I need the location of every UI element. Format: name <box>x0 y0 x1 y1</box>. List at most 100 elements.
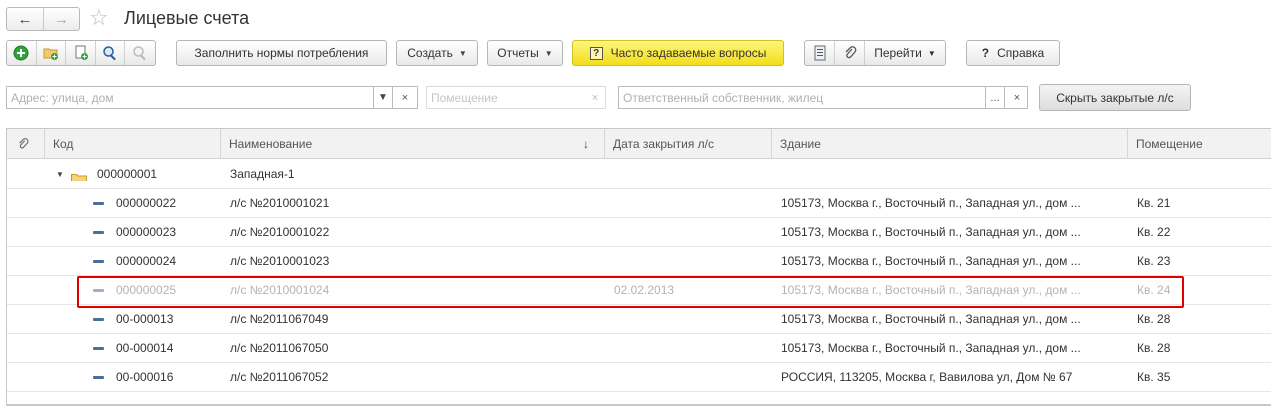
group-row[interactable]: ▼ 000000001 Западная-1 <box>7 160 1271 189</box>
forward-button[interactable]: → <box>43 8 79 30</box>
owner-clear-button[interactable]: × <box>1007 86 1027 109</box>
table-row[interactable]: 00-000014 л/с №2011067050 105173, Москва г… <box>7 334 1271 363</box>
chevron-down-icon: ▼ <box>378 92 388 103</box>
dropdown-arrow-icon: ▼ <box>458 48 467 58</box>
toolbar: Заполнить нормы потребления Создать ▼ Отч… <box>0 40 1271 68</box>
table-row[interactable]: 000000022 л/с №2010001021 105173, Москва г… <box>7 189 1271 218</box>
account-item-icon <box>93 376 104 379</box>
help-label: Справка <box>997 46 1045 60</box>
table-header: Код Наименование ↓ Дата закрытия л/с Зда… <box>7 129 1271 159</box>
row-premises: Кв. 35 <box>1137 370 1171 384</box>
row-premises: Кв. 28 <box>1137 341 1171 355</box>
account-item-icon <box>93 260 104 263</box>
row-code: 000000024 <box>116 254 177 268</box>
column-header-name-label: Наименование <box>229 137 313 151</box>
fill-norms-button[interactable]: Заполнить нормы потребления <box>176 40 387 66</box>
back-button[interactable]: ← <box>7 8 43 30</box>
column-header-name[interactable]: Наименование ↓ <box>221 129 605 159</box>
group-code: 000000001 <box>97 167 158 181</box>
table-row[interactable]: 000000024 л/с №2010001023 105173, Москва г… <box>7 247 1271 276</box>
expand-arrow-icon[interactable]: ▼ <box>56 160 64 189</box>
fill-norms-label: Заполнить нормы потребления <box>194 46 369 60</box>
account-item-icon <box>93 231 104 234</box>
dropdown-arrow-icon: ▼ <box>544 48 553 58</box>
column-header-premises[interactable]: Помещение <box>1128 129 1271 159</box>
row-name: л/с №2010001024 <box>230 283 330 297</box>
faq-button[interactable]: ? Часто задаваемые вопросы <box>572 40 784 66</box>
hide-closed-toggle[interactable]: Скрыть закрытые л/с <box>1039 84 1191 111</box>
add-group-button[interactable] <box>37 41 67 65</box>
row-premises: Кв. 21 <box>1137 196 1171 210</box>
add-button[interactable] <box>7 41 37 65</box>
goto-group: Перейти ▼ <box>804 40 946 66</box>
account-item-icon <box>93 289 104 292</box>
account-item-icon <box>93 347 104 350</box>
attachments-button[interactable] <box>835 41 865 65</box>
paperclip-icon <box>845 46 856 59</box>
row-code: 000000022 <box>116 196 177 210</box>
row-premises: Кв. 24 <box>1137 283 1171 297</box>
cancel-search-button[interactable] <box>125 41 155 65</box>
navigation-group: ← → <box>6 7 80 31</box>
premises-filter-placeholder: Помещение <box>431 90 498 105</box>
row-name: л/с №2011067052 <box>230 370 329 384</box>
row-building: 105173, Москва г., Восточный п., Западна… <box>781 283 1081 297</box>
owner-select-button[interactable]: ... <box>985 86 1005 109</box>
owner-filter[interactable]: Ответственный собственник, жилец ... × <box>618 86 1028 109</box>
table-row[interactable]: 000000025 л/с №2010001024 02.02.2013 105173… <box>7 276 1271 305</box>
account-item-icon <box>93 318 104 321</box>
row-name: л/с №2011067050 <box>230 341 329 355</box>
table-row[interactable]: 00-000013 л/с №2011067049 105173, Москва г… <box>7 305 1271 334</box>
row-premises: Кв. 22 <box>1137 225 1171 239</box>
column-header-building[interactable]: Здание <box>772 129 1128 159</box>
list-settings-button[interactable] <box>805 41 835 65</box>
star-icon[interactable]: ☆ <box>89 6 109 30</box>
copy-document-icon <box>75 45 88 60</box>
address-dropdown-button[interactable]: ▼ <box>373 86 393 109</box>
table-row[interactable]: 00-000016 л/с №2011067052 РОССИЯ, 113205, … <box>7 363 1271 392</box>
row-building: РОССИЯ, 113205, Москва г, Вавилова ул, Д… <box>781 370 1073 384</box>
create-button[interactable]: Создать ▼ <box>396 40 478 66</box>
row-building: 105173, Москва г., Восточный п., Западна… <box>781 254 1081 268</box>
row-code: 00-000014 <box>116 341 174 355</box>
search-cancel-icon <box>133 46 147 61</box>
ellipsis-icon: ... <box>990 91 1000 104</box>
row-code: 00-000016 <box>116 370 174 384</box>
row-premises: Кв. 28 <box>1137 312 1171 326</box>
copy-button[interactable] <box>66 41 96 65</box>
close-icon: × <box>591 91 599 104</box>
create-label: Создать <box>407 46 453 60</box>
address-filter-placeholder: Адрес: улица, дом <box>11 90 114 105</box>
owner-filter-placeholder: Ответственный собственник, жилец <box>623 90 824 105</box>
address-filter[interactable]: Адрес: улица, дом ▼ × <box>6 86 418 109</box>
table-bottom-border <box>6 405 1271 406</box>
document-list-icon <box>814 45 825 61</box>
close-icon: × <box>401 91 409 104</box>
row-building: 105173, Москва г., Восточный п., Западна… <box>781 225 1081 239</box>
close-icon: × <box>1013 91 1021 104</box>
group-name: Западная-1 <box>230 167 295 181</box>
search-button[interactable] <box>96 41 126 65</box>
folder-icon <box>71 168 87 181</box>
attachment-column-header[interactable] <box>7 129 45 159</box>
help-button[interactable]: ? Справка <box>966 40 1060 66</box>
address-clear-button[interactable]: × <box>395 86 415 109</box>
premises-clear-button[interactable]: × <box>585 86 605 109</box>
account-item-icon <box>93 202 104 205</box>
goto-button[interactable]: Перейти ▼ <box>865 41 945 65</box>
arrow-left-icon: ← <box>17 10 33 28</box>
row-code: 000000023 <box>116 225 177 239</box>
table-row[interactable]: 000000023 л/с №2010001022 105173, Москва г… <box>7 218 1271 247</box>
accounts-table: Код Наименование ↓ Дата закрытия л/с Зда… <box>6 128 1271 405</box>
row-name: л/с №2010001021 <box>230 196 330 210</box>
sort-desc-icon: ↓ <box>583 137 589 151</box>
row-name: л/с №2010001022 <box>230 225 330 239</box>
paperclip-icon <box>19 138 29 149</box>
column-header-code[interactable]: Код <box>45 129 221 159</box>
row-premises: Кв. 23 <box>1137 254 1171 268</box>
premises-filter[interactable]: Помещение × <box>426 86 606 109</box>
faq-label: Часто задаваемые вопросы <box>610 46 767 60</box>
row-code: 00-000013 <box>116 312 174 326</box>
column-header-close-date[interactable]: Дата закрытия л/с <box>605 129 772 159</box>
reports-button[interactable]: Отчеты ▼ <box>487 40 563 66</box>
